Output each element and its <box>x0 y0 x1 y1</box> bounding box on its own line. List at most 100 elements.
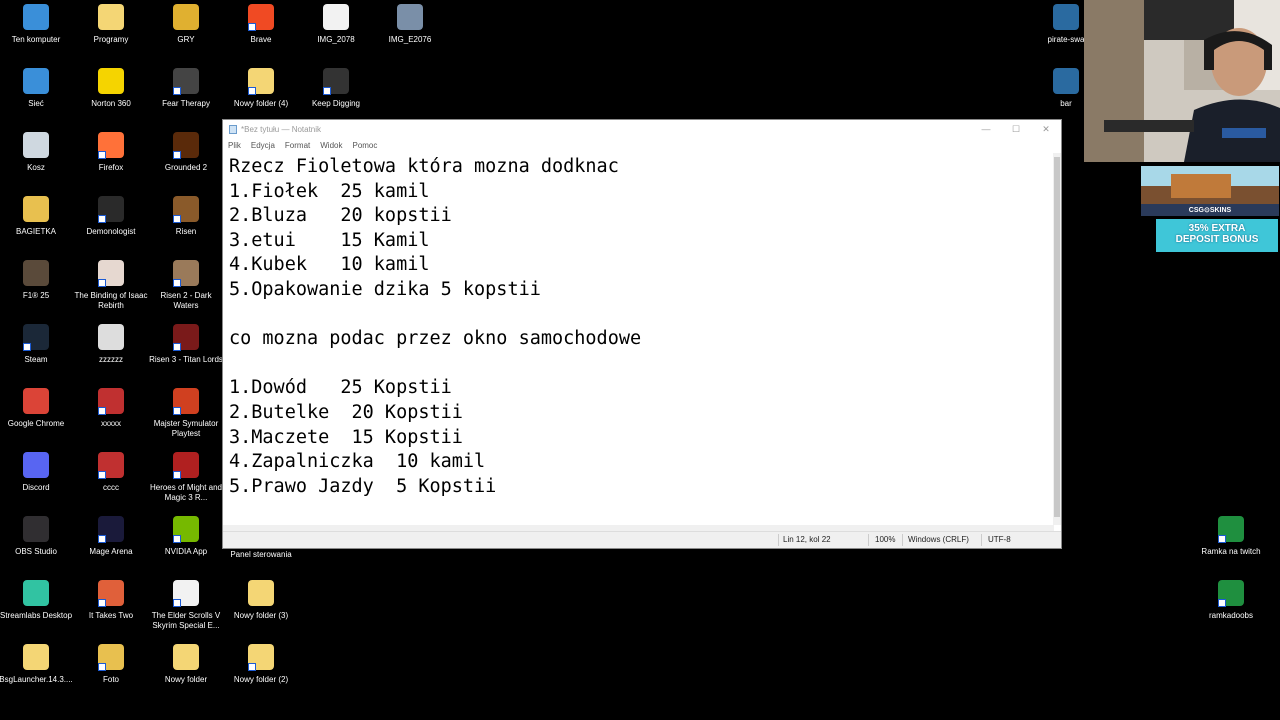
desktop-shortcut[interactable]: ramkadoobs <box>1193 576 1269 621</box>
obs-studio-icon <box>23 516 49 542</box>
desktop-icon-label: Google Chrome <box>7 419 65 428</box>
text-line: 3.etui 15 Kamil <box>229 229 430 251</box>
shortcut-arrow-icon <box>98 215 106 223</box>
shortcut-arrow-icon <box>323 87 331 95</box>
desktop-shortcut[interactable]: Risen <box>148 192 224 237</box>
desktop-shortcut[interactable]: Ten komputer <box>0 0 74 45</box>
shortcut-arrow-icon <box>173 407 181 415</box>
gry-folder-icon <box>173 4 199 30</box>
desktop-shortcut[interactable]: Brave <box>223 0 299 45</box>
desktop-shortcut[interactable]: Foto <box>73 640 149 685</box>
desktop-shortcut[interactable]: zzzzzz <box>73 320 149 365</box>
menu-format[interactable]: Format <box>285 141 310 150</box>
siec-icon <box>23 68 49 94</box>
desktop-shortcut[interactable]: Mage Arena <box>73 512 149 557</box>
desktop-shortcut[interactable]: Sieć <box>0 64 74 109</box>
desktop-shortcut[interactable]: Keep Digging <box>298 64 374 109</box>
desktop-shortcut[interactable]: Norton 360 <box>73 64 149 109</box>
deposit-bonus-banner[interactable]: 35% EXTRA DEPOSIT BONUS <box>1156 219 1278 252</box>
desktop-icon-label: bar <box>1060 99 1072 108</box>
desktop-shortcut[interactable]: OBS Studio <box>0 512 74 557</box>
maximize-icon[interactable]: ☐ <box>1001 120 1031 138</box>
desktop-icon-label: xxxxx <box>101 419 121 428</box>
vertical-scrollbar[interactable] <box>1053 153 1061 525</box>
desktop-shortcut[interactable]: IMG_E2076 <box>372 0 448 45</box>
desktop-icon-label: F1® 25 <box>22 291 50 300</box>
notepad-title-bar[interactable]: *Bez tytułu — Notatnik — ☐ ✕ <box>223 120 1061 138</box>
desktop-shortcut[interactable]: Grounded 2 <box>148 128 224 173</box>
desktop-shortcut[interactable]: Risen 2 - Dark Waters <box>148 256 224 311</box>
brave-icon <box>248 4 274 31</box>
scrollbar-thumb[interactable] <box>1054 157 1060 517</box>
desktop-shortcut[interactable]: Nowy folder <box>148 640 224 685</box>
f1-25-icon <box>23 260 49 286</box>
desktop-shortcut[interactable]: Streamlabs Desktop <box>0 576 74 621</box>
menu-edycja[interactable]: Edycja <box>251 141 275 150</box>
shortcut-arrow-icon <box>173 343 181 351</box>
notepad-text-area[interactable]: Rzecz Fioletowa która mozna dodknac 1.Fio… <box>223 153 1054 511</box>
text-line: co mozna podac przez okno samochodowe <box>229 328 642 350</box>
desktop-icon-label: Foto <box>102 675 119 684</box>
bsglauncher-icon <box>23 644 49 670</box>
notepad-window[interactable]: *Bez tytułu — Notatnik — ☐ ✕ Plik Edycja… <box>222 119 1062 549</box>
close-icon[interactable]: ✕ <box>1031 120 1061 138</box>
desktop-shortcut[interactable]: Programy <box>73 0 149 45</box>
img-e2076-icon <box>397 4 423 30</box>
desktop-shortcut[interactable]: Nowy folder (4) <box>223 64 299 109</box>
desktop-shortcut[interactable]: Heroes of Might and Magic 3 R... <box>148 448 224 503</box>
mage-arena-icon <box>98 516 124 543</box>
csgo-skins-banner[interactable]: CSG⊙SKINS <box>1141 166 1279 216</box>
demonologist-icon <box>98 196 124 223</box>
desktop-shortcut[interactable]: IMG_2078 <box>298 0 374 45</box>
desktop-shortcut[interactable]: BAGIETKA <box>0 192 74 237</box>
desktop-icon-label: Risen <box>175 227 197 236</box>
desktop-icon-label: Nowy folder (4) <box>233 99 289 108</box>
csgo-skins-text: CSG⊙SKINS <box>1188 207 1232 214</box>
desktop-shortcut[interactable]: Ramka na twitch <box>1193 512 1269 557</box>
firefox-icon <box>98 132 124 159</box>
desktop-shortcut[interactable]: Steam <box>0 320 74 365</box>
desktop-shortcut[interactable]: The Elder Scrolls V Skyrim Special E... <box>148 576 224 631</box>
desktop-shortcut[interactable]: F1® 25 <box>0 256 74 301</box>
desktop-shortcut[interactable]: xxxxx <box>73 384 149 429</box>
desktop-shortcut[interactable]: GRY <box>148 0 224 45</box>
menu-plik[interactable]: Plik <box>228 141 241 150</box>
desktop-shortcut[interactable]: Firefox <box>73 128 149 173</box>
desktop-icon-label: Steam <box>24 355 48 364</box>
menu-pomoc[interactable]: Pomoc <box>352 141 377 150</box>
desktop-shortcut[interactable]: BsgLauncher.14.3.... <box>0 640 74 685</box>
shortcut-arrow-icon <box>173 471 181 479</box>
grounded-2-icon <box>173 132 199 159</box>
desktop-icon-label: Heroes of Might and Magic 3 R... <box>149 483 223 502</box>
nowy-folder-2-icon <box>248 644 274 671</box>
deposit-bonus-text: 35% EXTRA DEPOSIT BONUS <box>1175 223 1259 245</box>
text-line: 1.Fiołek 25 kamil <box>229 180 430 202</box>
text-line: 4.Zapalniczka 10 kamil <box>229 451 486 473</box>
risen-3-icon <box>173 324 199 351</box>
desktop-shortcut[interactable]: cccc <box>73 448 149 493</box>
risen-icon <box>173 196 199 223</box>
shortcut-arrow-icon <box>98 663 106 671</box>
desktop-icon-label: It Takes Two <box>88 611 134 620</box>
webcam-overlay <box>1084 0 1280 162</box>
minimize-icon[interactable]: — <box>971 120 1001 138</box>
desktop-icon-label: Risen 2 - Dark Waters <box>160 291 212 310</box>
desktop-icon-label: Nowy folder (2) <box>233 675 289 684</box>
desktop-shortcut[interactable]: Discord <box>0 448 74 493</box>
desktop-shortcut[interactable]: The Binding of Isaac Rebirth <box>73 256 149 311</box>
desktop-shortcut[interactable]: Majster Symulator Playtest <box>148 384 224 439</box>
desktop-shortcut[interactable]: Demonologist <box>73 192 149 237</box>
desktop-shortcut[interactable]: Nowy folder (2) <box>223 640 299 685</box>
shortcut-arrow-icon <box>173 215 181 223</box>
webcam-image <box>1084 0 1280 162</box>
desktop-shortcut[interactable]: Nowy folder (3) <box>223 576 299 621</box>
menu-widok[interactable]: Widok <box>320 141 342 150</box>
heroes-3-icon <box>173 452 199 479</box>
desktop-shortcut[interactable]: Kosz <box>0 128 74 173</box>
desktop-shortcut[interactable]: NVIDIA App <box>148 512 224 557</box>
desktop-icon-label: zzzzzz <box>99 355 123 364</box>
desktop-shortcut[interactable]: Fear Therapy <box>148 64 224 109</box>
desktop-shortcut[interactable]: Risen 3 - Titan Lords <box>148 320 224 365</box>
desktop-shortcut[interactable]: It Takes Two <box>73 576 149 621</box>
desktop-shortcut[interactable]: Google Chrome <box>0 384 74 429</box>
